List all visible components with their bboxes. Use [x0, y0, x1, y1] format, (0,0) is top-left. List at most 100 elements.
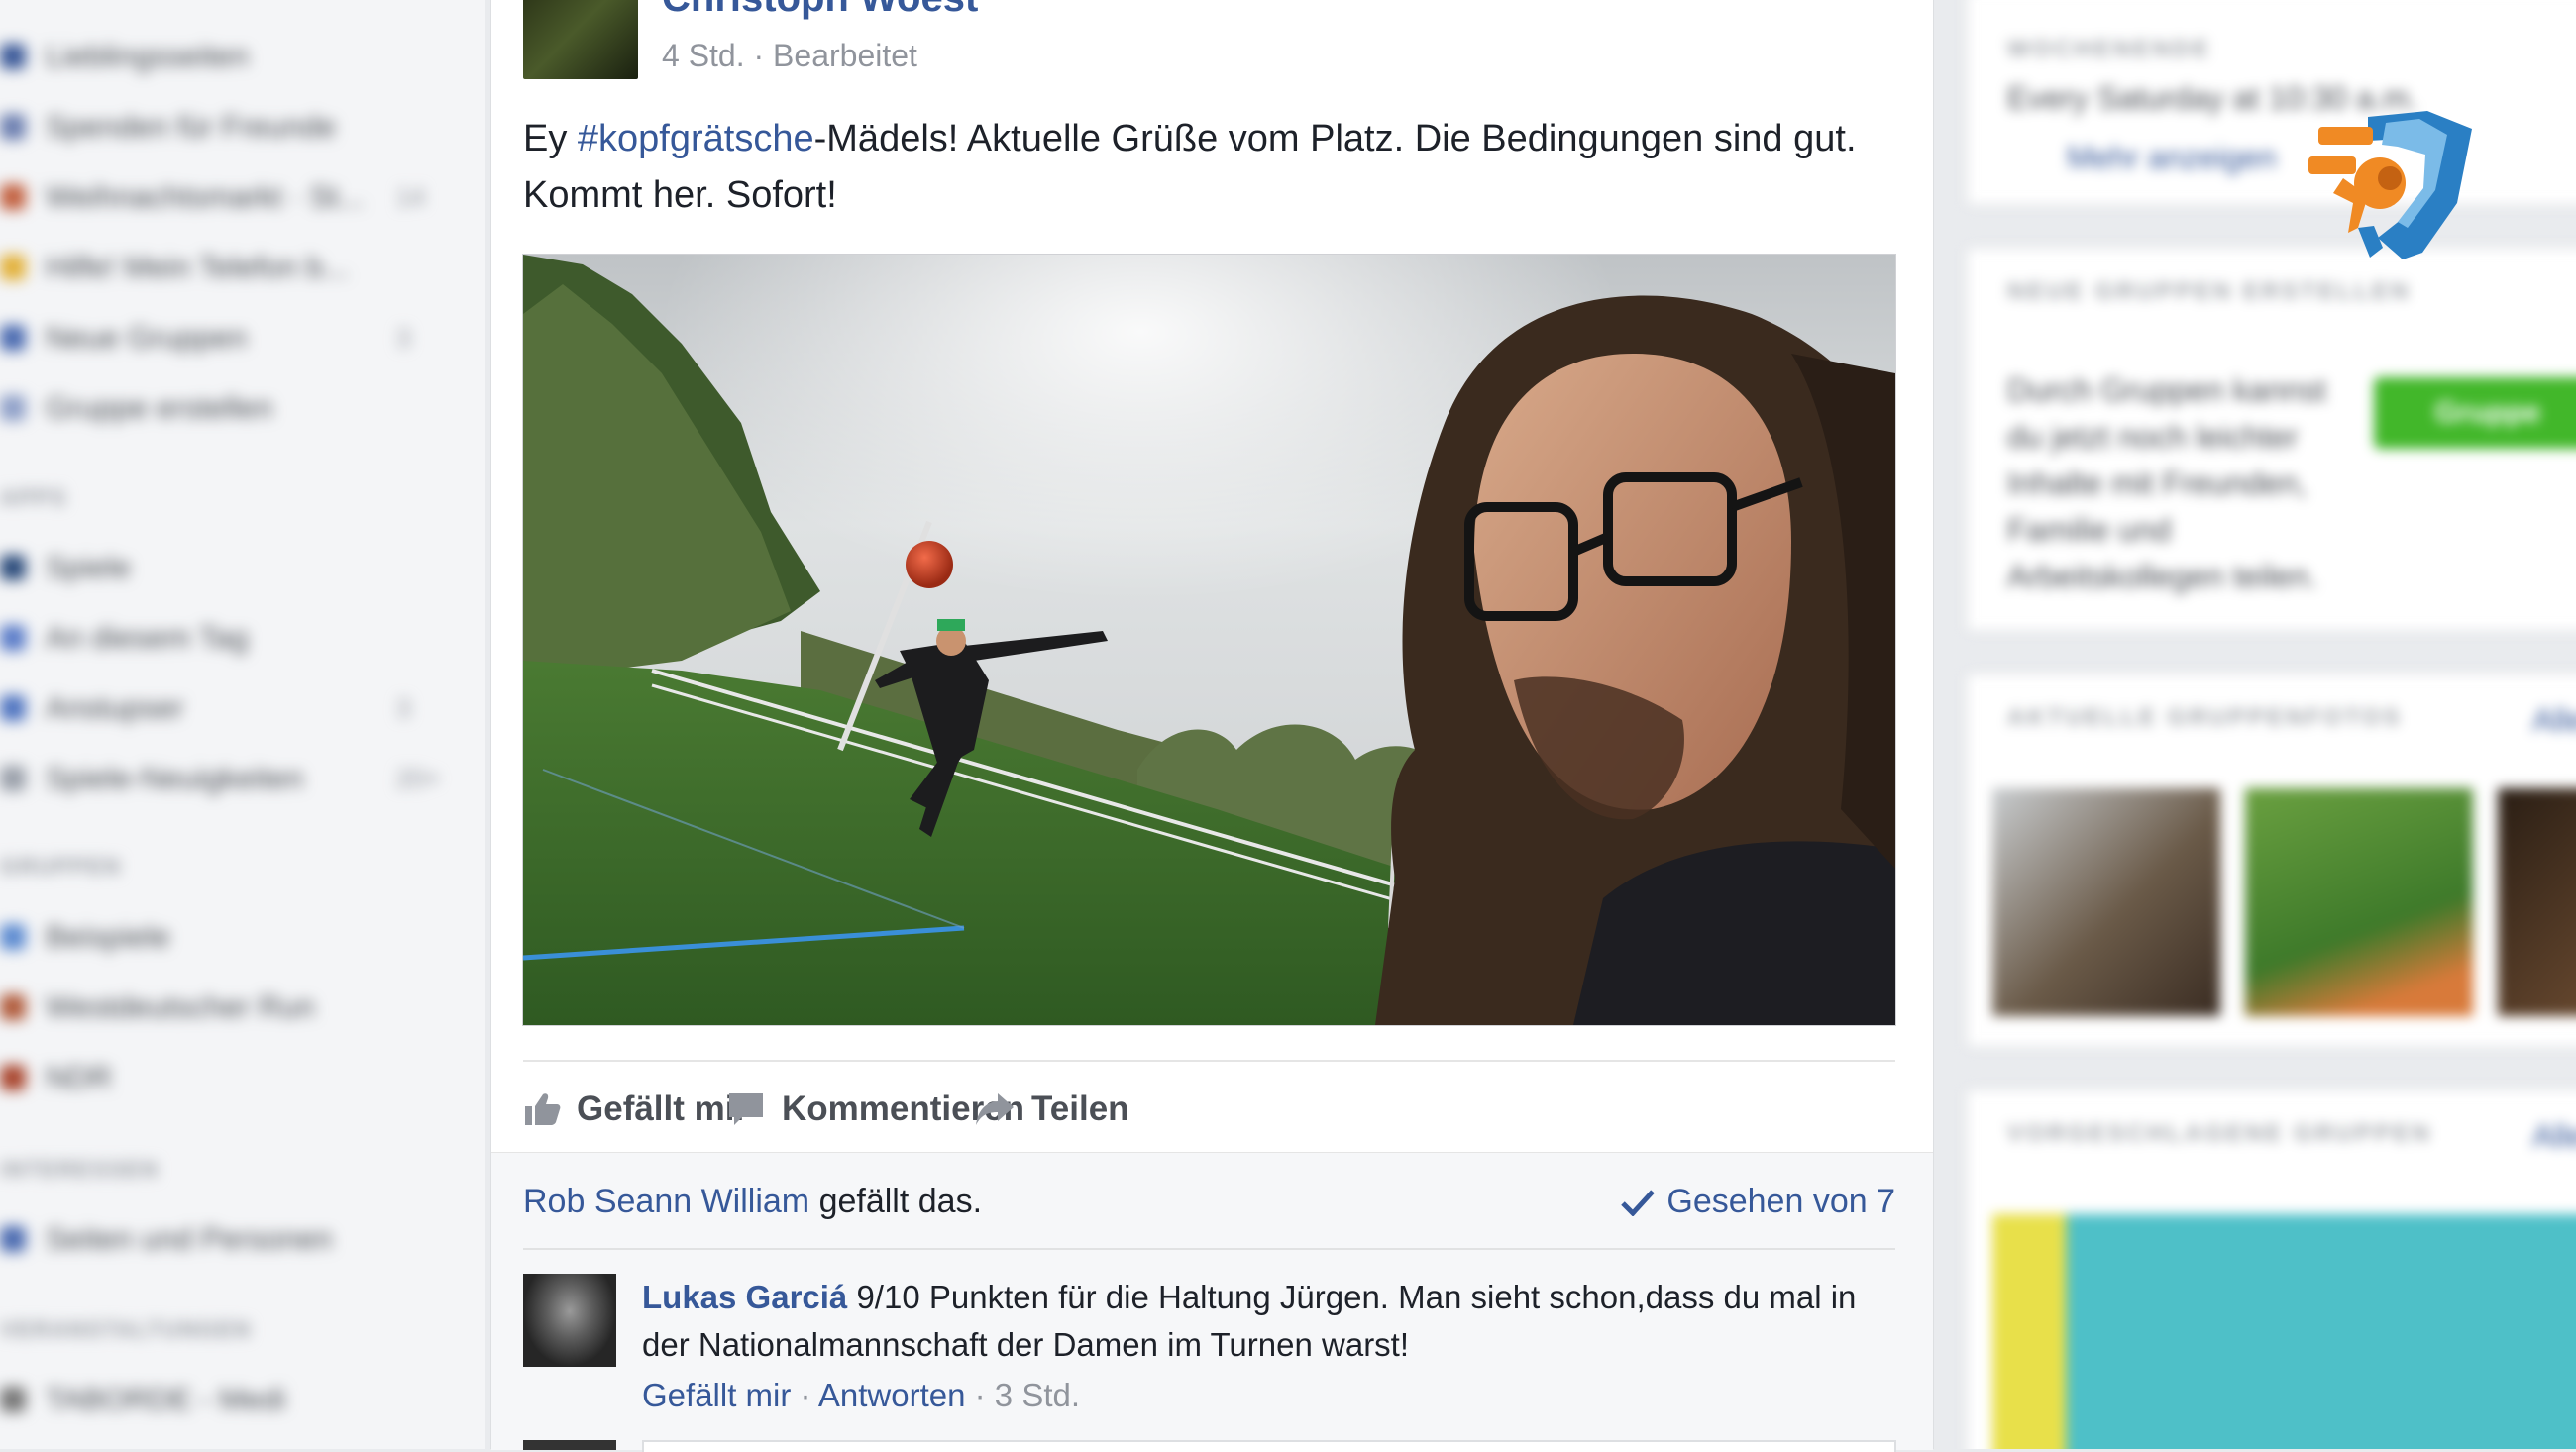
post-text: Ey #kopfgrätsche-Mädels! Aktuelle Grüße …: [523, 111, 1895, 224]
group-photos-see-all[interactable]: Alle: [2532, 702, 2576, 739]
commenter-avatar[interactable]: [523, 1274, 616, 1367]
sidebar-item-fundraisers[interactable]: Spenden für Freunde: [0, 102, 336, 152]
sidebar-item-label: Seiten und Personen: [46, 1221, 333, 1256]
sidebar-item-taborde[interactable]: TABORDE - Medi: [0, 1375, 285, 1424]
sidebar-item-create-group[interactable]: Gruppe erstellen: [0, 383, 272, 433]
sidebar-item-on-this-day[interactable]: An diesem Tag: [0, 613, 249, 663]
comment-reply-link[interactable]: Antworten: [818, 1377, 966, 1413]
sidebar-heading-events: VERANSTALTUNGEN: [0, 1317, 253, 1342]
right-sidebar: WOCHENENDE Every Saturday at 10:30 a.m. …: [1937, 0, 2576, 1449]
poke-icon: [0, 695, 26, 721]
sidebar-item-games[interactable]: Spiele: [0, 543, 131, 592]
sidebar-item-examples[interactable]: Beispiele: [0, 912, 170, 962]
sidebar-item-pokes[interactable]: Anstupser 3: [0, 683, 410, 733]
right-sidebar-content: WOCHENENDE Every Saturday at 10:30 a.m. …: [1937, 0, 2576, 1449]
sidebar-item-pages-people[interactable]: Seiten und Personen: [0, 1214, 333, 1264]
group-photo-thumb[interactable]: [2498, 788, 2576, 1016]
sidebar-item-ndr[interactable]: NDR: [0, 1053, 112, 1102]
sidebar-item-label: Weihnachtsmarkt · St...: [46, 179, 365, 214]
author-name[interactable]: Christoph Woest: [662, 0, 978, 21]
share-label: Teilen: [1031, 1089, 1129, 1128]
suggested-groups-card: VORGESCHLAGENE GRUPPEN Alle: [1967, 1089, 2576, 1449]
create-group-card: NEUE GRUPPEN ERSTELLEN Durch Gruppen kan…: [1967, 248, 2576, 631]
share-button[interactable]: Teilen: [974, 1062, 1129, 1156]
likes-suffix: gefällt das.: [809, 1183, 983, 1220]
hashtag-link[interactable]: #kopfgrätsche: [578, 118, 814, 159]
left-sidebar-content: Lieblingsseiten Spenden für Freunde Weih…: [0, 0, 485, 1449]
sidebar-item-label: Hilfe! Mein Telefon b...: [46, 250, 350, 284]
sidebar-item-game-news[interactable]: Spiele-Neuigkeiten 20+: [0, 754, 440, 803]
comment-actions: Gefällt mir · Antworten · 3 Std.: [642, 1377, 1080, 1414]
post-action-bar: Gefällt mir Kommentieren Teilen: [523, 1060, 1895, 1156]
calendar-icon: [0, 625, 26, 651]
page-icon: [0, 994, 26, 1020]
sidebar-heading-groups: GRUPPEN: [0, 854, 122, 879]
sidebar-item-count: 3: [396, 692, 411, 723]
author-avatar[interactable]: [523, 0, 638, 79]
comment-separator: ·: [791, 1377, 818, 1413]
likes-summary: Rob Seann William gefällt das.: [523, 1183, 982, 1221]
brand-logo-icon: [2308, 111, 2472, 259]
create-group-heading: NEUE GRUPPEN ERSTELLEN: [2007, 278, 2412, 305]
suggested-group-cover[interactable]: [1992, 1214, 2576, 1449]
comment-like-link[interactable]: Gefällt mir: [642, 1377, 791, 1413]
comment-body: Lukas Garciá 9/10 Punkten für die Haltun…: [642, 1274, 1900, 1369]
sidebar-item-favorites[interactable]: Lieblingsseiten: [0, 32, 249, 81]
commenter-name[interactable]: Lukas Garciá: [642, 1279, 847, 1315]
fundraiser-icon: [0, 114, 26, 140]
post-meta: 4 Std. · Bearbeitet: [662, 38, 917, 73]
left-sidebar: Lieblingsseiten Spenden für Freunde Weih…: [0, 0, 485, 1449]
sidebar-item-phone[interactable]: Hilfe! Mein Telefon b...: [0, 243, 349, 292]
sidebar-item-label: Spenden für Freunde: [46, 109, 336, 144]
thumbs-up-icon: [525, 1092, 561, 1125]
sidebar-item-label: Spiele: [46, 550, 132, 584]
suggested-see-all[interactable]: Alle: [2532, 1118, 2576, 1155]
event-card: WOCHENENDE Every Saturday at 10:30 a.m. …: [1967, 0, 2576, 205]
event-icon: [0, 1387, 26, 1412]
group-photo-thumb[interactable]: [2245, 788, 2473, 1016]
sidebar-item-new-groups[interactable]: Neue Gruppen 3: [0, 313, 410, 363]
sidebar-item-wdr[interactable]: Westdeutscher Run: [0, 983, 315, 1032]
create-group-text-line: du jetzt noch leichter: [2007, 419, 2299, 455]
sidebar-item-count: 20+: [396, 763, 441, 793]
comment-time: 3 Std.: [994, 1377, 1081, 1413]
post-photo[interactable]: [522, 254, 1896, 1026]
seen-by[interactable]: Gesehen von 7: [1621, 1183, 1895, 1221]
create-group-button[interactable]: Gruppe: [2374, 377, 2576, 449]
brand-logo: [2308, 109, 2477, 267]
sidebar-item-label: Gruppe erstellen: [46, 390, 273, 425]
suggested-groups-heading: VORGESCHLAGENE GRUPPEN: [2007, 1120, 2432, 1147]
photo-image: [523, 255, 1895, 1025]
event-heading: WOCHENENDE: [2007, 36, 2212, 62]
sidebar-item-label: Spiele-Neuigkeiten: [46, 761, 304, 795]
news-icon: [0, 766, 26, 791]
liker-link[interactable]: Rob Seann William: [523, 1183, 809, 1220]
create-group-icon: [0, 395, 26, 421]
like-label: Gefällt mir: [577, 1089, 749, 1128]
sidebar-item-label: An diesem Tag: [46, 620, 249, 655]
group-icon: [0, 184, 26, 210]
checkmark-icon: [1621, 1189, 1656, 1216]
games-icon: [0, 555, 26, 580]
sidebar-item-count: 14: [396, 181, 425, 212]
group-photo-thumb[interactable]: [1992, 788, 2220, 1016]
sidebar-item-market[interactable]: Weihnachtsmarkt · St... 14: [0, 172, 425, 222]
group-icon: [0, 255, 26, 280]
group-icon: [0, 924, 26, 950]
groups-icon: [0, 325, 26, 351]
group-photos-heading: AKTUELLE GRUPPENFOTOS: [2007, 704, 2403, 731]
sidebar-item-label: TABORDE - Medi: [46, 1382, 286, 1416]
favorites-icon: [0, 44, 26, 69]
sidebar-item-label: Beispiele: [46, 919, 170, 954]
create-group-text-line: Arbeitskollegen teilen.: [2007, 559, 2318, 594]
divider: [523, 1248, 1895, 1250]
sidebar-item-label: Westdeutscher Run: [46, 989, 315, 1024]
share-icon: [976, 1092, 1014, 1125]
group-photos-card: AKTUELLE GRUPPENFOTOS Alle: [1967, 674, 2576, 1047]
show-more-link[interactable]: Mehr anzeigen: [2067, 140, 2277, 176]
comment-icon: [729, 1092, 763, 1125]
sidebar-item-label: NDR: [46, 1060, 113, 1094]
comment-input[interactable]: [642, 1440, 1896, 1452]
pages-icon: [0, 1226, 26, 1252]
like-button[interactable]: Gefällt mir: [523, 1062, 748, 1156]
